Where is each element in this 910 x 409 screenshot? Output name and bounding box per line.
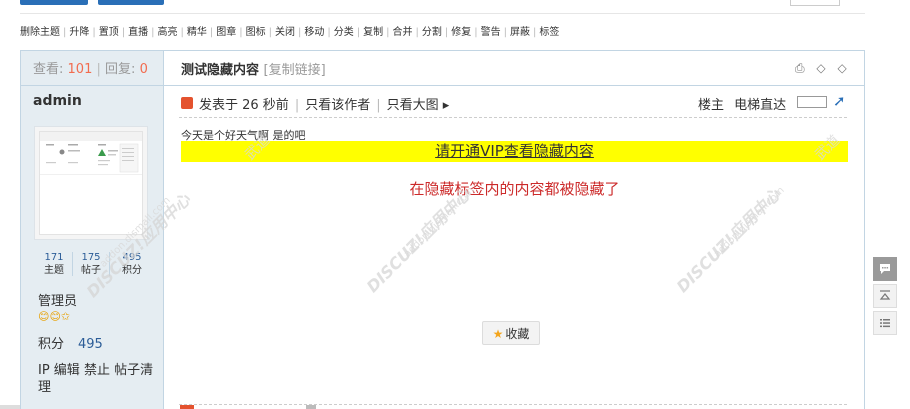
divider [72, 252, 73, 276]
back-to-top-icon[interactable] [873, 284, 897, 308]
reply-button[interactable] [20, 0, 88, 5]
views-label: 查看: [33, 62, 64, 77]
divider [179, 404, 847, 405]
modbar-item[interactable]: 高亮 [158, 27, 178, 38]
author-name[interactable]: admin [33, 93, 82, 109]
modbar-separator: | [474, 27, 478, 38]
modbar-separator: | [298, 27, 302, 38]
modbar-separator: | [444, 27, 449, 38]
scrollbar[interactable] [0, 405, 20, 409]
big-image-link[interactable]: 只看大图 ▸ [387, 98, 450, 113]
new-thread-button[interactable] [98, 0, 164, 5]
modbar-separator: | [327, 27, 331, 38]
online-status-icon [181, 97, 193, 109]
avatar[interactable] [34, 126, 148, 240]
stat-threads-count: 171 [44, 252, 64, 263]
post-time: 发表于 26 秒前 [199, 98, 289, 113]
divider [306, 405, 316, 409]
moderation-bar: 删除主题 | 升降 | 置顶 | 直播 | 高亮 | 精华 | 图章 | 图标 | 关闭 | 移动 | 分类 | 复制 | 合并… [20, 25, 559, 41]
stat-threads[interactable]: 171 主题 [38, 251, 70, 277]
avatar-screenshot-thumbnail [40, 132, 142, 234]
modbar-separator: | [503, 27, 507, 38]
credit-value: 495 [78, 337, 103, 352]
page-jump-box[interactable] [790, 0, 840, 6]
modbar-separator: | [180, 27, 184, 38]
copy-link[interactable]: [复制链接] [264, 63, 326, 78]
list-icon[interactable] [873, 311, 897, 335]
modbar-item[interactable]: 合并 [393, 27, 413, 38]
modbar-item[interactable]: 关闭 [275, 27, 295, 38]
modbar-separator: | [268, 27, 272, 38]
modbar-item[interactable]: 警告 [481, 27, 501, 38]
stats-sep: | [96, 62, 101, 77]
post-info: 发表于 26 秒前 | 只看该作者 | 只看大图 ▸ [199, 98, 450, 113]
hidden-note: 在隐藏标签内的内容都被隐藏了 [409, 180, 620, 198]
modbar-separator: | [415, 27, 419, 38]
modbar-item[interactable]: 标签 [539, 27, 559, 38]
modbar-separator: | [386, 27, 390, 38]
divider [21, 85, 864, 86]
modbar-item[interactable]: 置顶 [99, 27, 119, 38]
modbar-separator: | [209, 27, 214, 38]
modbar-separator: | [533, 27, 537, 38]
modbar-item[interactable]: 精华 [187, 27, 207, 38]
go-arrow-icon[interactable]: ➚ [833, 92, 846, 110]
modbar-separator: | [239, 27, 243, 38]
credit-label: 积分 [38, 337, 65, 352]
thread-tools-icons[interactable]: ⎙ ◇ ◇ [795, 61, 851, 76]
star-icon: ★ [492, 327, 504, 341]
quick-reply-icon[interactable] [873, 257, 897, 281]
modbar-item[interactable]: 屏蔽 [510, 27, 530, 38]
floor-jump-input[interactable] [797, 96, 827, 108]
modbar-item[interactable]: 复制 [363, 27, 383, 38]
online-status-icon [180, 405, 194, 409]
only-author-link[interactable]: 只看该作者 [305, 98, 370, 113]
modbar-separator: | [356, 27, 361, 38]
favorite-button[interactable]: ★ 收藏 [482, 321, 540, 345]
modbar-item[interactable]: 删除主题 [20, 27, 60, 38]
modbar-item[interactable]: 修复 [451, 27, 471, 38]
views-count: 101 [67, 62, 93, 77]
thread-title: 测试隐藏内容 [复制链接] [181, 59, 326, 78]
modbar-separator: | [151, 27, 155, 38]
elevator-label: 电梯直达 [734, 98, 787, 113]
author-credit: 积分 495 [38, 333, 103, 352]
modbar-item[interactable]: 图章 [216, 27, 236, 38]
user-group[interactable]: 管理员 [38, 290, 77, 309]
modbar-item[interactable]: 分割 [422, 27, 442, 38]
divider [179, 117, 847, 118]
floor-label: 楼主 [698, 98, 725, 113]
modbar-separator: | [63, 27, 67, 38]
modbar-item[interactable]: 图标 [246, 27, 266, 38]
avatar-image [39, 131, 143, 235]
replies-label: 回复: [105, 62, 136, 77]
floor-info: 楼主 电梯直达 [698, 94, 786, 113]
group-medal-icons: 😊😊✩ [38, 310, 71, 323]
thread-stats: 查看: 101 | 回复: 0 [33, 58, 148, 77]
modbar-separator: | [121, 27, 126, 38]
modbar-item[interactable]: 升降 [69, 27, 89, 38]
divider [20, 13, 865, 14]
thread-title-text: 测试隐藏内容 [181, 63, 260, 78]
modbar-separator: | [92, 27, 96, 38]
admin-links[interactable]: IP 编辑 禁止 帖子清理 [38, 362, 158, 396]
replies-count: 0 [139, 62, 148, 77]
stat-threads-label: 主题 [44, 265, 64, 276]
favorite-label: 收藏 [505, 327, 530, 341]
modbar-item[interactable]: 移动 [304, 27, 324, 38]
modbar-item[interactable]: 直播 [128, 27, 148, 38]
vip-hidden-link[interactable]: 请开通VIP查看隐藏内容 [181, 141, 848, 162]
modbar-item[interactable]: 分类 [334, 27, 354, 38]
